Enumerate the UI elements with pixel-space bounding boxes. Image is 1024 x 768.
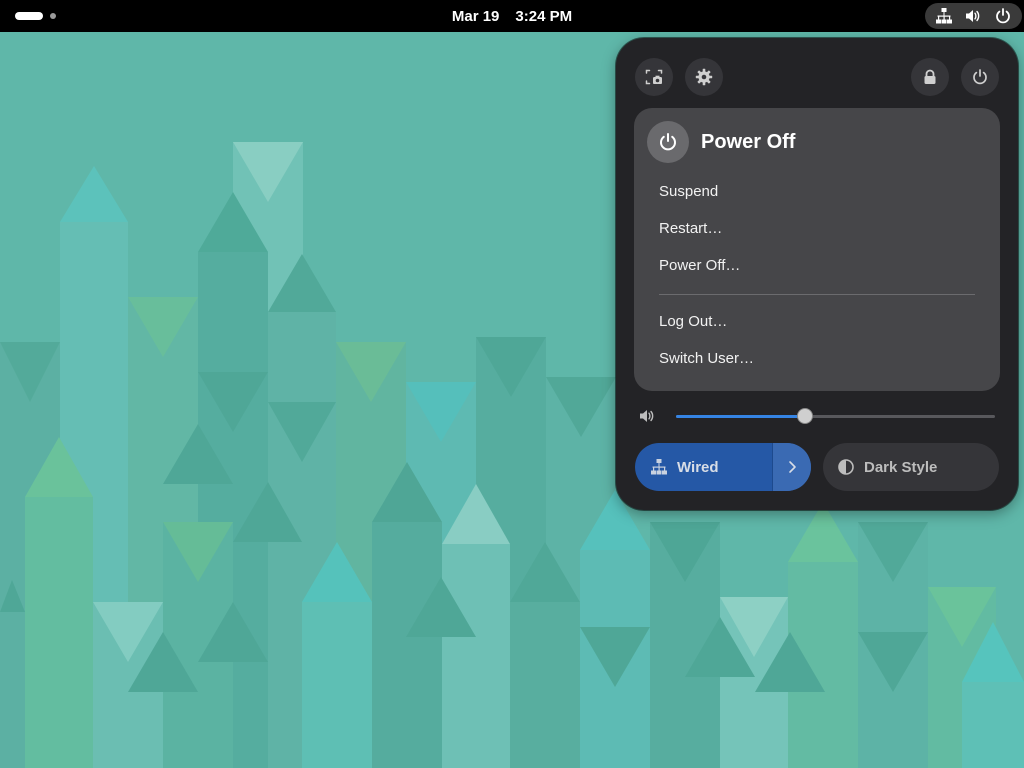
quick-settings-panel: Power Off Suspend Restart… Power Off… Lo… (616, 38, 1018, 510)
power-menu-button[interactable] (961, 58, 999, 96)
dark-style-tile[interactable]: Dark Style (823, 443, 999, 491)
volume-slider-fill (676, 415, 806, 418)
power-icon (647, 121, 689, 163)
switch-user-menu-item[interactable]: Switch User… (644, 343, 990, 375)
power-menu-title: Power Off (701, 130, 796, 153)
lock-screen-button[interactable] (911, 58, 949, 96)
top-bar: Mar 19 3:24 PM (0, 0, 1024, 32)
menu-separator (659, 294, 975, 295)
volume-icon (963, 6, 983, 26)
time-label: 3:24 PM (515, 7, 573, 25)
power-icon (993, 6, 1013, 26)
network-wired-icon (651, 459, 667, 475)
suspend-menu-item[interactable]: Suspend (644, 176, 990, 208)
restart-menu-item[interactable]: Restart… (644, 213, 990, 245)
clock-button[interactable]: Mar 19 3:24 PM (0, 0, 1024, 32)
power-menu-header: Power Off (647, 121, 795, 163)
power-icon (973, 69, 987, 85)
screenshot-icon (645, 69, 663, 85)
log-out-menu-item[interactable]: Log Out… (644, 306, 990, 338)
screenshot-button[interactable] (635, 58, 673, 96)
volume-slider-handle[interactable] (797, 408, 814, 424)
date-label: Mar 19 (451, 7, 500, 25)
dark-style-icon (838, 459, 854, 475)
volume-row (638, 406, 998, 426)
volume-icon[interactable] (638, 407, 656, 425)
wired-network-tile: Wired (635, 443, 811, 491)
network-wired-icon (934, 6, 954, 26)
power-off-menu-item[interactable]: Power Off… (644, 250, 990, 282)
wired-label: Wired (677, 458, 719, 476)
settings-button[interactable] (685, 58, 723, 96)
volume-slider[interactable] (676, 408, 995, 424)
wired-expand-button[interactable] (772, 443, 811, 491)
system-status-area[interactable] (925, 3, 1022, 29)
dark-style-label: Dark Style (864, 458, 938, 476)
gear-icon (695, 68, 713, 86)
chevron-right-icon (789, 461, 796, 473)
power-off-menu: Power Off Suspend Restart… Power Off… Lo… (634, 108, 1000, 391)
wired-toggle-button[interactable]: Wired (635, 443, 772, 491)
lock-icon (924, 69, 936, 84)
